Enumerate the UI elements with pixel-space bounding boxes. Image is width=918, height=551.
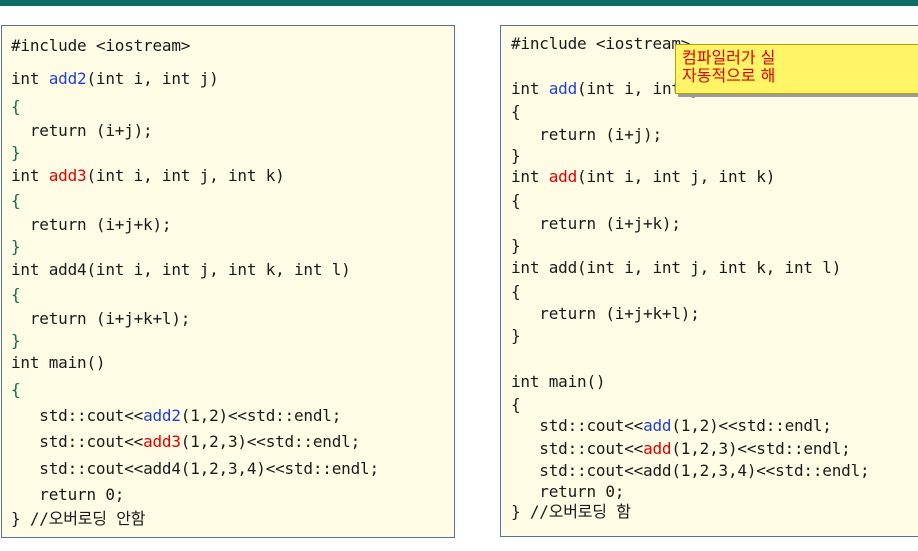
code-line: { [511, 191, 521, 210]
code-line: { [511, 102, 521, 121]
code-comment: //오버로딩 안함 [29, 509, 146, 528]
code-line: int add4(int i, int j, int k, int l) [11, 260, 351, 279]
code-line: } [11, 143, 21, 162]
code-line: } [11, 331, 21, 350]
function-name: add4 [48, 260, 87, 279]
function-name: add2 [143, 406, 181, 425]
code-line: return (i+j+k+l); [511, 304, 700, 323]
code-line: #include <iostream> [11, 36, 191, 55]
code-line: } //오버로딩 함 [511, 502, 631, 521]
code-panel-right: #include <iostream> int add(int i, int j… [500, 25, 918, 537]
code-line: { [11, 285, 21, 304]
code-line: std::cout<<add2(1,2)<<std::endl; [11, 406, 342, 425]
code-line: { [511, 395, 521, 414]
code-line: } [511, 146, 521, 165]
function-name: add3 [48, 166, 87, 185]
code-line: int add2(int i, int j) [11, 69, 219, 88]
code-line: } //오버로딩 안함 [11, 509, 146, 528]
code-panel-left: #include <iostream> int add2(int i, int … [1, 25, 455, 538]
code-line: return 0; [511, 482, 625, 501]
code-line: { [511, 282, 521, 301]
function-name: add [548, 79, 578, 98]
code-line: } [11, 237, 21, 256]
callout-line: 컴파일러가 실 [682, 48, 776, 67]
function-name: add [643, 439, 672, 458]
code-line: std::cout<<add3(1,2,3)<<std::endl; [11, 432, 361, 451]
code-line: { [11, 380, 21, 399]
code-line: std::cout<<add(1,2,3,4)<<std::endl; [511, 461, 870, 480]
code-line: return 0; [11, 485, 125, 504]
code-line: } [511, 236, 521, 255]
callout-line: 자동적으로 해 [682, 66, 776, 85]
code-line: std::cout<<add(1,2,3)<<std::endl; [511, 439, 851, 458]
code-comment: //오버로딩 함 [529, 502, 631, 521]
function-name: add [548, 167, 578, 186]
code-line: { [11, 191, 21, 210]
top-accent-bar [0, 0, 918, 6]
code-line: int add3(int i, int j, int k) [11, 166, 285, 185]
code-line: int main() [511, 372, 606, 391]
code-line: #include <iostream> [511, 34, 691, 53]
code-line: return (i+j); [511, 125, 662, 144]
callout-note: 컴파일러가 실 자동적으로 해 [675, 44, 918, 94]
function-name: add [643, 416, 672, 435]
code-line: int add(int i, int j, int k) [511, 167, 776, 186]
function-name: add2 [48, 69, 87, 88]
code-line: std::cout<<add(1,2)<<std::endl; [511, 416, 832, 435]
code-line: } [511, 326, 521, 345]
code-line: return (i+j+k); [511, 214, 681, 233]
code-line: return (i+j+k+l); [11, 309, 191, 328]
function-name: add4 [143, 459, 181, 478]
function-name: add3 [143, 432, 181, 451]
code-line: { [11, 97, 21, 116]
code-line: return (i+j); [11, 121, 153, 140]
code-line: return (i+j+k); [11, 215, 172, 234]
code-line: int main() [11, 353, 106, 372]
code-line: std::cout<<add4(1,2,3,4)<<std::endl; [11, 459, 379, 478]
code-line: int add(int i, int j, int k, int l) [511, 258, 842, 277]
